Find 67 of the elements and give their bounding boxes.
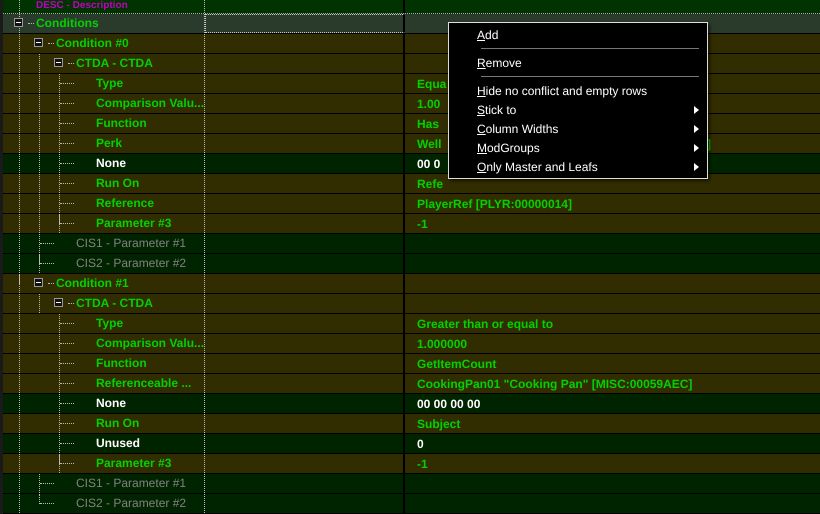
- field-label: Conditions: [36, 16, 99, 30]
- collapse-icon[interactable]: [34, 278, 43, 287]
- tree-row[interactable]: Unused 0: [3, 434, 820, 454]
- field-label: Type: [96, 76, 124, 90]
- field-value: 1.00: [417, 96, 440, 110]
- field-label: Unused: [96, 436, 140, 450]
- collapse-icon[interactable]: [54, 298, 63, 307]
- tree-row[interactable]: Parameter #3 -1: [3, 454, 820, 474]
- tree-row[interactable]: Parameter #3 -1: [3, 214, 820, 234]
- field-value: Greater than or equal to: [417, 316, 554, 330]
- field-label: Condition #0: [56, 36, 129, 50]
- tree-row[interactable]: CIS1 - Parameter #1: [3, 234, 820, 254]
- tree-row[interactable]: Condition #1: [3, 274, 820, 294]
- field-value: PlayerRef [PLYR:00000014]: [417, 196, 572, 210]
- field-label: Function: [96, 116, 147, 130]
- collapse-icon[interactable]: [34, 38, 43, 47]
- field-label: CTDA - CTDA: [76, 296, 153, 310]
- field-label: Comparison Valu...: [96, 336, 204, 350]
- field-label: Type: [96, 316, 124, 330]
- field-value: 00 0: [417, 156, 440, 170]
- field-label: Parameter #3: [96, 456, 172, 470]
- field-value: Subject: [417, 416, 460, 430]
- tree-row[interactable]: Run On Refe: [3, 174, 820, 194]
- field-label: Reference: [96, 196, 154, 210]
- field-value: Equa: [417, 76, 446, 90]
- tree-row[interactable]: CIS2 - Parameter #2: [3, 254, 820, 274]
- field-label: None: [96, 396, 126, 410]
- tree-row[interactable]: CTDA - CTDA: [3, 294, 820, 314]
- tree-row[interactable]: Run On Subject: [3, 414, 820, 434]
- menu-item[interactable]: Remove: [449, 53, 707, 72]
- field-label: Run On: [96, 176, 140, 190]
- field-label: CIS2 - Parameter #2: [76, 256, 186, 270]
- tree-row[interactable]: None 00 00 00 00: [3, 394, 820, 414]
- field-label: Referenceable ...: [96, 376, 192, 390]
- field-value: Well: [417, 136, 442, 150]
- tree-row[interactable]: Reference PlayerRef [PLYR:00000014]: [3, 194, 820, 214]
- tree-row[interactable]: Type Greater than or equal to: [3, 314, 820, 334]
- field-label: Function: [96, 356, 147, 370]
- tree-row[interactable]: Function GetItemCount: [3, 354, 820, 374]
- menu-item[interactable]: ModGroups: [449, 138, 707, 157]
- field-label: Condition #1: [56, 276, 129, 290]
- collapse-icon[interactable]: [54, 58, 63, 67]
- field-label: Run On: [96, 416, 140, 430]
- field-value: 0: [417, 436, 424, 450]
- field-value: CookingPan01 "Cooking Pan" [MISC:00059AEC]: [417, 376, 692, 390]
- field-value: Has: [417, 116, 440, 130]
- field-label: CIS1 - Parameter #1: [76, 476, 186, 490]
- field-value: -1: [417, 216, 428, 230]
- tree-row[interactable]: CIS1 - Parameter #1: [3, 474, 820, 494]
- field-label: CTDA - CTDA: [76, 56, 153, 70]
- field-value: Refe: [417, 176, 444, 190]
- field-value: GetItemCount: [417, 356, 496, 370]
- field-value: 1.000000: [417, 336, 468, 350]
- menu-item[interactable]: Only Master and Leafs: [449, 157, 707, 176]
- field-label: CIS2 - Parameter #2: [76, 496, 186, 510]
- field-value: -1: [417, 456, 428, 470]
- field-label: None: [96, 156, 126, 170]
- record-label: DESC - Description: [36, 0, 128, 11]
- collapse-icon[interactable]: [14, 18, 23, 27]
- tree-row[interactable]: CIS2 - Parameter #2: [3, 494, 820, 514]
- field-label: Parameter #3: [96, 216, 172, 230]
- tree-row[interactable]: Comparison Valu... 1.000000: [3, 334, 820, 354]
- field-label: CIS1 - Parameter #1: [76, 236, 186, 250]
- tree-row[interactable]: Referenceable ... CookingPan01 "Cooking Pan" [MISC:00059AEC]: [3, 374, 820, 394]
- field-value: 00 00 00 00: [417, 396, 480, 410]
- field-label: Perk: [96, 136, 122, 150]
- field-label: Comparison Valu...: [96, 96, 204, 110]
